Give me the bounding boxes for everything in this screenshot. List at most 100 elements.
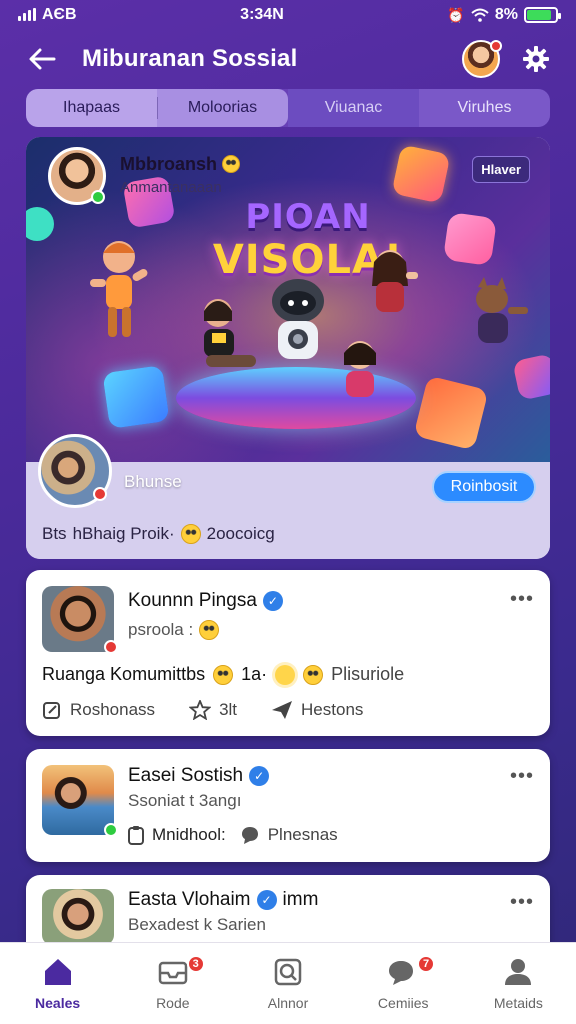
app-icon-decor: [26, 207, 54, 241]
online-indicator: [91, 190, 105, 204]
post-text-main: Ruanga Komumittbs: [42, 664, 206, 684]
post-text: Ruanga Komumittbs 1a· Plisuriole: [42, 664, 404, 685]
online-indicator: [104, 823, 118, 837]
group-name[interactable]: Bhunse: [124, 472, 182, 492]
join-button[interactable]: Roinbosit: [432, 471, 536, 503]
notification-badge: 7: [417, 955, 436, 973]
meta-mid: hBhaig Proik·: [72, 524, 175, 543]
signal-icon: [18, 8, 36, 21]
search-icon: [274, 958, 302, 985]
like-action[interactable]: Hestons: [271, 700, 363, 720]
share-action[interactable]: Roshonass: [42, 700, 155, 720]
gear-icon: [523, 46, 549, 72]
tab-1[interactable]: Ihapaas: [26, 89, 157, 127]
post-avatar[interactable]: [42, 586, 118, 654]
author-subtitle: Anmantanaaan: [120, 179, 222, 196]
group-avatar[interactable]: [38, 434, 112, 508]
settings-button[interactable]: [518, 41, 554, 77]
live-indicator: [104, 640, 118, 654]
featured-card[interactable]: PIOAN VISOLA! Mbbroansh Anmantanaaan Hla…: [26, 137, 550, 559]
tag-badge[interactable]: Hlaver: [472, 156, 530, 183]
nav-home-label: Neales: [35, 994, 81, 1011]
meta-left: Bts: [42, 524, 67, 543]
post-author-name: Easei Sostish: [128, 765, 244, 786]
more-options-button[interactable]: •••: [510, 891, 534, 914]
post-text-extra: 1a·: [241, 664, 268, 684]
tab-4[interactable]: Viruhes: [419, 89, 550, 127]
tab-2-label: Moloorias: [187, 99, 258, 116]
nav-home[interactable]: Neales: [0, 943, 115, 1024]
smile-emoji-icon: [213, 664, 234, 685]
likes-label: Hestons: [301, 700, 364, 719]
profile-avatar[interactable]: [462, 40, 502, 78]
author-avatar[interactable]: [48, 147, 106, 205]
nav-inbox[interactable]: 3 Rode: [115, 943, 230, 1024]
app-icon-decor: [442, 211, 498, 267]
post-card[interactable]: Kounnn Pingsa ✓ ••• psroola : Ruanga Komu…: [26, 570, 550, 736]
meta-right: 2oocoicg: [206, 524, 275, 543]
edit-icon: [43, 702, 60, 719]
chat-icon: [389, 960, 414, 985]
author-name-text: Mbbroansh: [120, 154, 217, 174]
app-icon-decor: [413, 375, 489, 451]
nav-search-label: Alnnor: [267, 994, 309, 1011]
app-icon-decor: [391, 144, 451, 204]
carrier-label: AЄB: [42, 6, 77, 23]
app-header: Miburanan Sossial: [0, 36, 576, 82]
tab-bar: Ihapaas Moloorias Viuanac Viruhes: [26, 89, 550, 127]
star-icon: [189, 700, 212, 720]
verified-icon: ✓: [256, 890, 277, 910]
tab-2[interactable]: Moloorias: [157, 89, 288, 127]
nav-profile-label: Metaids: [493, 994, 543, 1011]
battery-icon: [523, 7, 561, 23]
nav-chat[interactable]: 7 Cemiies: [346, 943, 461, 1024]
character-illustration: [344, 341, 376, 397]
star-count: 3lt: [219, 700, 238, 719]
bottom-nav: Neales 3 Rode Alnnor 7 Cemiies Metaids: [0, 942, 576, 1024]
smile-emoji-icon: [222, 155, 241, 173]
clipboard-icon: [128, 826, 144, 845]
robot-illustration: [272, 279, 324, 359]
inbox-icon: [158, 961, 188, 984]
comment-action[interactable]: Plnesnas: [240, 825, 338, 845]
author-name[interactable]: Mbbroansh: [120, 154, 241, 175]
page-title: Miburanan Sossial: [82, 45, 298, 72]
chat-bubble-icon: [241, 827, 258, 844]
notification-badge: 3: [186, 955, 205, 973]
tab-3[interactable]: Viuanac: [288, 89, 419, 127]
mood-label: Mnidhool:: [152, 825, 226, 844]
home-icon: [44, 958, 71, 985]
wifi-icon: [471, 8, 489, 22]
alarm-icon: ⏰: [447, 6, 465, 23]
live-indicator: [93, 487, 107, 501]
smile-emoji-icon: [180, 524, 201, 544]
post-avatar[interactable]: [42, 889, 114, 945]
post-card[interactable]: Easei Sostish ✓ ••• Ssoniat t 3angı Mnidh…: [26, 749, 550, 862]
status-bar: AЄB 3:34N ⏰ 8%: [0, 0, 576, 30]
verified-icon: ✓: [249, 766, 270, 786]
star-action[interactable]: 3lt: [189, 700, 237, 720]
post-avatar[interactable]: [42, 765, 118, 837]
post-author[interactable]: Easei Sostish ✓: [128, 765, 270, 787]
nav-chat-label: Cemiies: [377, 994, 429, 1011]
nav-search[interactable]: Alnnor: [230, 943, 345, 1024]
smile-emoji-icon: [303, 664, 324, 685]
character-illustration: [476, 277, 528, 343]
character-illustration: [372, 250, 418, 312]
send-icon: [272, 701, 293, 719]
more-options-button[interactable]: •••: [510, 765, 534, 788]
post-author-name: Easta Vlohaim: [128, 889, 251, 910]
post-author[interactable]: Easta Vlohaim ✓ imm: [128, 889, 318, 911]
post-author-name-tail: imm: [282, 889, 319, 910]
smile-emoji-icon: [199, 620, 220, 640]
post-subtitle: Bexadest k Sarien: [128, 915, 266, 934]
nav-profile[interactable]: Metaids: [461, 943, 576, 1024]
feature-meta: Bts hBhaig Proik· 2oocoicg: [42, 524, 275, 544]
mood-action[interactable]: Mnidhool:: [128, 825, 226, 845]
nav-inbox-label: Rode: [156, 994, 190, 1011]
post-author[interactable]: Kounnn Pingsa ✓: [128, 590, 283, 612]
post-actions: Roshonass 3lt Hestons: [42, 700, 363, 720]
more-options-button[interactable]: •••: [510, 588, 534, 611]
character-illustration: [204, 299, 256, 367]
back-button[interactable]: [22, 39, 62, 79]
